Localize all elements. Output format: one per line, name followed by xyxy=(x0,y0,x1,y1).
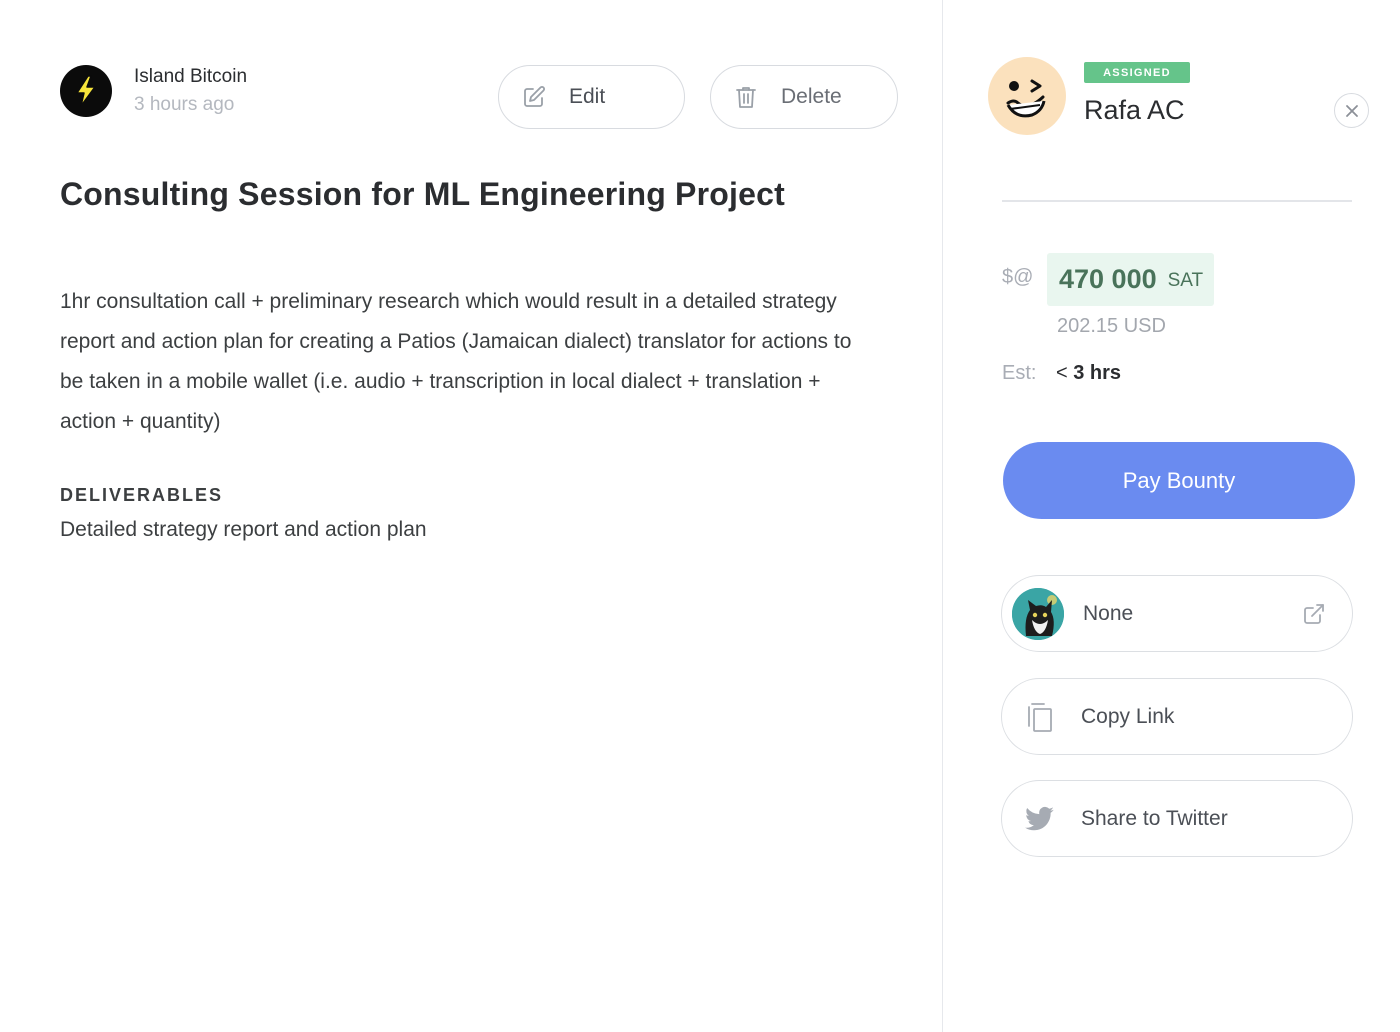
winking-face-avatar xyxy=(1006,79,1046,118)
external-link-icon[interactable] xyxy=(1302,602,1326,626)
lightning-bolt-icon xyxy=(76,75,96,107)
delete-label: Delete xyxy=(781,85,842,108)
edit-button[interactable]: Edit xyxy=(498,65,685,129)
price-amount: 470 000 xyxy=(1059,264,1157,294)
price-usd: 202.15 USD xyxy=(1057,315,1166,337)
pay-bounty-button[interactable]: Pay Bounty xyxy=(1003,442,1355,519)
estimate-prefix: < xyxy=(1056,362,1068,384)
price-box: 470 000 SAT xyxy=(1047,253,1214,306)
price-label: $@ xyxy=(1002,266,1034,288)
price-unit: SAT xyxy=(1167,270,1204,291)
owner-name[interactable]: Island Bitcoin xyxy=(134,66,247,88)
deliverables-text: Detailed strategy report and action plan xyxy=(60,518,427,541)
close-button[interactable] xyxy=(1334,93,1369,128)
copy-icon xyxy=(1026,700,1056,734)
cat-avatar xyxy=(1012,587,1064,640)
edit-label: Edit xyxy=(569,85,606,108)
posted-time: 3 hours ago xyxy=(134,94,235,115)
assignee-avatar[interactable] xyxy=(988,57,1066,135)
twitter-icon xyxy=(1023,804,1057,834)
github-issue-link-button[interactable]: None xyxy=(1001,575,1353,652)
bounty-detail-main: Island Bitcoin 3 hours ago Edit Delete C… xyxy=(0,0,942,1032)
pencil-icon xyxy=(521,84,547,110)
trash-icon xyxy=(733,84,759,110)
assigned-badge: ASSIGNED xyxy=(1084,62,1190,83)
bounty-side-panel: ASSIGNED Rafa AC $@ 470 000 SAT 202.15 U… xyxy=(943,0,1400,1032)
share-twitter-label: Share to Twitter xyxy=(1081,806,1228,830)
copy-link-button[interactable]: Copy Link xyxy=(1001,678,1353,755)
share-twitter-button[interactable]: Share to Twitter xyxy=(1001,780,1353,857)
link-none-label: None xyxy=(1083,601,1134,625)
assignee-name[interactable]: Rafa AC xyxy=(1084,95,1185,126)
estimate-value: < 3 hrs xyxy=(1056,362,1121,385)
deliverables-heading: DELIVERABLES xyxy=(60,485,224,505)
owner-avatar[interactable] xyxy=(60,65,112,117)
section-divider xyxy=(1002,200,1352,202)
delete-button[interactable]: Delete xyxy=(710,65,898,129)
estimate-label: Est: xyxy=(1002,362,1037,384)
copy-link-label: Copy Link xyxy=(1081,704,1175,728)
bounty-description: 1hr consultation call + preliminary rese… xyxy=(60,290,852,433)
bounty-title: Consulting Session for ML Engineering Pr… xyxy=(60,176,785,212)
estimate-hours: 3 hrs xyxy=(1073,362,1122,384)
close-icon xyxy=(1345,104,1358,117)
